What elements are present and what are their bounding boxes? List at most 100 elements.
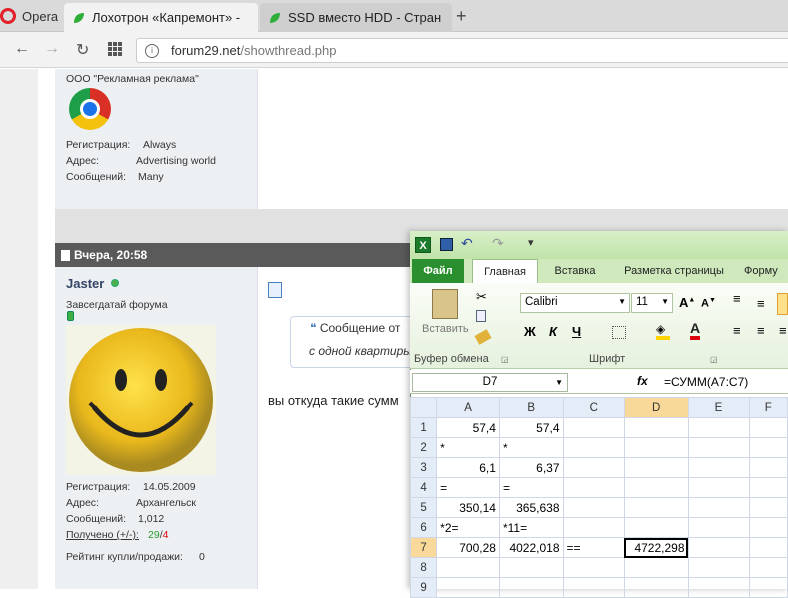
row-header[interactable]: 8 <box>409 557 438 578</box>
cell[interactable] <box>687 417 750 438</box>
cell[interactable] <box>748 497 788 518</box>
select-all-corner[interactable] <box>409 397 438 418</box>
cell[interactable] <box>748 457 788 478</box>
name-box[interactable]: D7 ▼ <box>412 373 568 392</box>
column-header[interactable]: C <box>562 397 625 418</box>
cell[interactable]: 365,638 <box>498 497 564 518</box>
cut-icon[interactable]: ✂ <box>476 289 487 305</box>
paste-label[interactable]: Вставить <box>422 323 469 335</box>
tab-formulas[interactable]: Форму <box>744 259 788 283</box>
cell[interactable] <box>498 577 564 598</box>
speed-dial-grid-icon[interactable] <box>108 42 122 56</box>
column-header[interactable]: E <box>687 397 750 418</box>
cell[interactable]: *11= <box>498 517 564 538</box>
column-header[interactable]: D <box>623 397 689 418</box>
row-header[interactable]: 5 <box>409 497 438 518</box>
cell[interactable] <box>687 557 750 578</box>
cell[interactable] <box>623 457 689 478</box>
formula-input[interactable]: =СУММ(A7:C7) <box>664 375 748 389</box>
site-info-icon[interactable]: i <box>145 43 159 58</box>
align-middle-icon[interactable]: ≡ <box>757 296 765 311</box>
cell[interactable] <box>562 557 625 578</box>
cell[interactable] <box>687 497 750 518</box>
cell[interactable] <box>748 537 788 558</box>
cell[interactable] <box>687 457 750 478</box>
cell[interactable]: * <box>498 437 564 458</box>
align-top-icon[interactable]: ≡ <box>733 292 741 305</box>
grow-font-icon[interactable]: A▲ <box>679 295 695 310</box>
cell[interactable] <box>623 577 689 598</box>
url-field[interactable]: i forum29.net/showthread.php <box>136 38 788 63</box>
selected-cell[interactable]: 4722,298 <box>623 537 689 558</box>
cell[interactable] <box>436 557 500 578</box>
cell[interactable]: 6,37 <box>498 457 564 478</box>
cell[interactable]: 6,1 <box>436 457 500 478</box>
cell[interactable] <box>562 417 625 438</box>
new-tab-plus-icon[interactable]: + <box>456 6 467 27</box>
cell[interactable] <box>562 517 625 538</box>
italic-button[interactable]: К <box>549 324 557 339</box>
cell[interactable] <box>687 537 750 558</box>
font-name-select[interactable]: Calibri ▼ <box>520 293 630 313</box>
received-link[interactable]: Получено (+/-): <box>66 529 139 541</box>
underline-button[interactable]: Ч <box>572 324 581 339</box>
cell[interactable]: == <box>562 537 625 558</box>
cell[interactable]: *2= <box>436 517 500 538</box>
cell[interactable]: 57,4 <box>436 417 500 438</box>
font-size-select[interactable]: 11 ▼ <box>631 293 673 313</box>
cell[interactable]: 700,28 <box>436 537 500 558</box>
align-left-icon[interactable]: ≡ <box>733 323 741 338</box>
column-header[interactable]: F <box>748 397 788 418</box>
cell[interactable] <box>748 557 788 578</box>
clipboard-launcher-icon[interactable]: ◲ <box>501 355 509 364</box>
opera-menu-button[interactable]: Opera <box>0 0 62 32</box>
cell[interactable]: 57,4 <box>498 417 564 438</box>
back-arrow-icon[interactable]: ← <box>14 40 30 58</box>
row-header[interactable]: 1 <box>409 417 438 438</box>
align-center-icon[interactable]: ≡ <box>757 323 765 338</box>
cell[interactable] <box>748 477 788 498</box>
tab-lohotron[interactable]: Лохотрон «Капремонт» - <box>64 3 258 32</box>
cell[interactable] <box>748 517 788 538</box>
cell[interactable] <box>562 437 625 458</box>
tab-file[interactable]: Файл <box>412 259 464 283</box>
cell[interactable] <box>623 497 689 518</box>
tab-insert[interactable]: Вставка <box>546 259 604 283</box>
cell[interactable] <box>687 517 750 538</box>
tab-page-layout[interactable]: Разметка страницы <box>612 259 736 283</box>
row-header[interactable]: 4 <box>409 477 438 498</box>
bold-button[interactable]: Ж <box>524 324 536 339</box>
tab-ssd[interactable]: SSD вместо HDD - Стран <box>260 3 452 32</box>
save-icon[interactable] <box>440 238 453 251</box>
cell[interactable] <box>562 457 625 478</box>
font-launcher-icon[interactable]: ◲ <box>710 355 718 364</box>
copy-icon[interactable] <box>476 310 486 322</box>
cell[interactable]: = <box>436 477 500 498</box>
cell[interactable] <box>748 417 788 438</box>
align-bottom-icon[interactable] <box>777 293 788 315</box>
row-header[interactable]: 2 <box>409 437 438 458</box>
forward-arrow-icon[interactable]: → <box>44 40 60 58</box>
cell[interactable] <box>562 497 625 518</box>
borders-icon[interactable] <box>612 326 626 339</box>
cell[interactable]: * <box>436 437 500 458</box>
cell[interactable] <box>687 577 750 598</box>
spreadsheet-grid[interactable]: A B C D E F 1 57,4 57,4 2 * * 3 6,1 6,37… <box>409 397 788 598</box>
cell[interactable] <box>748 577 788 598</box>
cell[interactable] <box>562 477 625 498</box>
tab-home[interactable]: Главная <box>472 259 538 283</box>
row-header[interactable]: 9 <box>409 577 438 598</box>
font-color-icon[interactable]: A <box>690 321 701 340</box>
cell[interactable] <box>687 437 750 458</box>
align-right-icon[interactable]: ≡ <box>779 323 787 338</box>
cell[interactable]: 4022,018 <box>498 537 564 558</box>
cell[interactable] <box>623 437 689 458</box>
cell[interactable] <box>623 477 689 498</box>
cell[interactable] <box>623 557 689 578</box>
column-header[interactable]: B <box>498 397 564 418</box>
row-header[interactable]: 6 <box>409 517 438 538</box>
shrink-font-icon[interactable]: A▼ <box>701 297 716 310</box>
redo-icon[interactable]: ↷ <box>492 235 504 252</box>
cell[interactable] <box>562 577 625 598</box>
customize-toolbar-icon[interactable]: ▾ <box>528 236 534 249</box>
